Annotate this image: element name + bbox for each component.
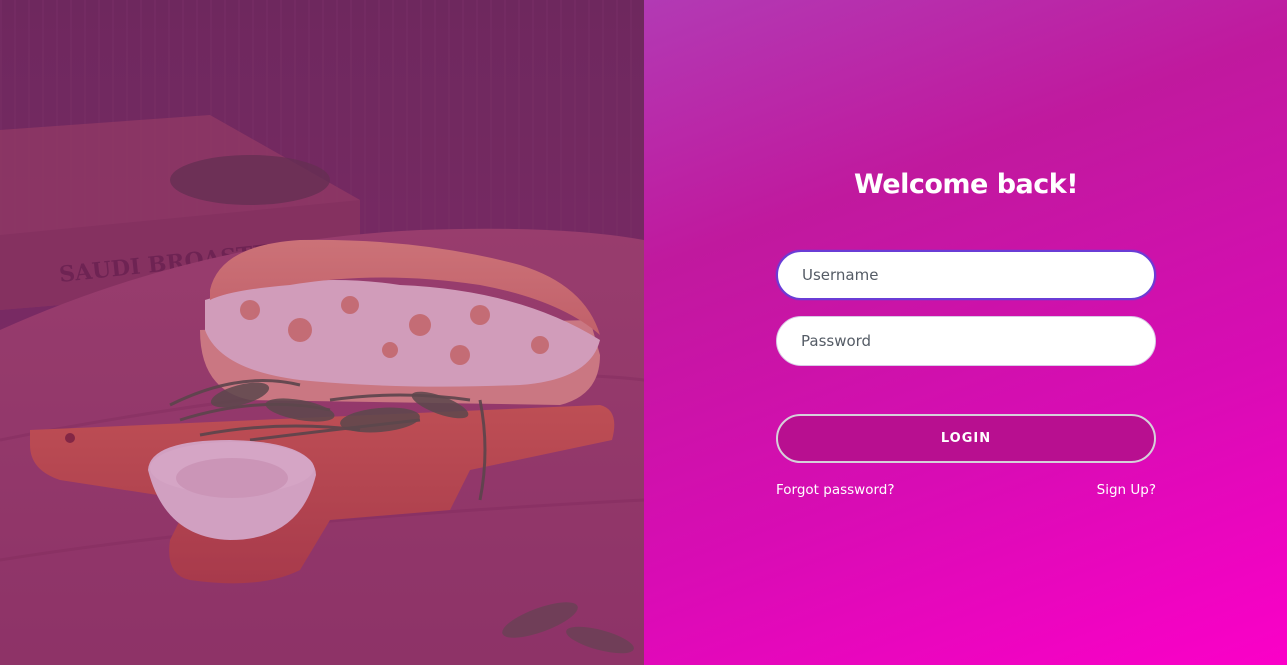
username-input[interactable] [776, 250, 1156, 300]
login-form: Welcome back! LOGIN Forgot password? Sig… [776, 168, 1156, 498]
page-title: Welcome back! [853, 169, 1079, 200]
sign-up-link[interactable]: Sign Up? [1097, 482, 1156, 498]
password-input[interactable] [776, 316, 1156, 366]
sandwich-illustration: SAUDI BROASTED [0, 0, 644, 665]
forgot-password-link[interactable]: Forgot password? [776, 482, 895, 498]
form-links: Forgot password? Sign Up? [776, 482, 1156, 498]
hero-image: SAUDI BROASTED [0, 0, 644, 665]
login-panel: Welcome back! LOGIN Forgot password? Sig… [644, 0, 1287, 665]
login-page: SAUDI BROASTED Welcome back! Username LO… [0, 0, 1287, 665]
login-button[interactable]: LOGIN [776, 414, 1156, 463]
